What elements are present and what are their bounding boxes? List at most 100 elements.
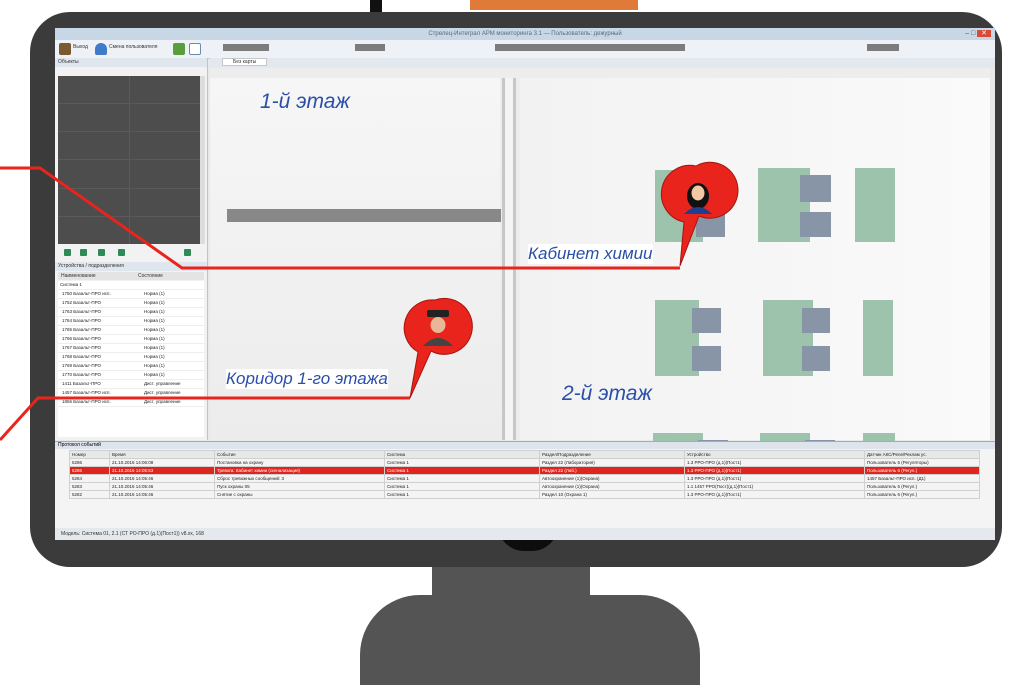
event-cell: Автоохранение (1)(Охрана)	[539, 482, 685, 491]
column-header[interactable]: Номер	[69, 450, 110, 459]
event-cell: Система 1	[384, 490, 540, 499]
cable-tag	[470, 0, 638, 10]
plan-divider	[502, 78, 516, 440]
floor-1-label: 1-й этаж	[260, 90, 350, 113]
monitor-stand-base	[360, 595, 700, 685]
device-state: Дист. управление	[144, 390, 181, 395]
toolbar-strip	[867, 44, 899, 51]
device-name: 1457 Базальт-ПРО исп.	[62, 390, 111, 395]
event-cell: 1.3 РРО-ПРО (д.1)(Пост1)	[684, 458, 865, 467]
map-tabbar: Без карты	[210, 58, 995, 67]
window-controls: – □ ✕	[965, 28, 991, 40]
event-cell: Снятие с охраны	[214, 490, 385, 499]
maximize-button[interactable]: □	[971, 30, 975, 37]
column-header[interactable]: Раздел/Подразделение	[539, 450, 685, 459]
event-cell: 21.10.2016 14:05:46	[109, 474, 215, 483]
exit-icon[interactable]	[59, 43, 71, 55]
floor-2-label: 2-й этаж	[562, 382, 652, 405]
window-layout-icon[interactable]	[189, 43, 201, 55]
main-toolbar: Выход Смена пользователя	[55, 40, 995, 59]
table-row[interactable]: 5286 21.10.2016 14:06:08 Постановка на охр…	[69, 458, 980, 467]
table-header-row: Номер Время Событие Система Раздел/Подраздел…	[69, 450, 980, 459]
device-row[interactable]: 1763 Базальт-ПРО Норма (1)	[58, 308, 204, 317]
video-panel-title: Объекты	[55, 58, 207, 67]
event-cell: 21.10.2016 14:05:53	[109, 466, 215, 475]
device-name: 1764 Базальт-ПРО	[62, 318, 102, 323]
nav-button[interactable]	[184, 249, 191, 256]
event-cell: Пользователь 6 (Регуляторы)	[864, 458, 980, 467]
toolbar-strip	[495, 44, 685, 51]
column-header[interactable]: Устройство	[684, 450, 865, 459]
event-cell: Пуск охраны 05	[214, 482, 385, 491]
nav-button[interactable]	[98, 249, 105, 256]
table-row[interactable]: 5284 21.10.2016 14:05:46 Сброс тревожных с…	[69, 474, 980, 483]
tab-map[interactable]: Без карты	[222, 58, 268, 66]
event-cell: Пользователь 6 (Регул.)	[864, 466, 980, 475]
nav-button[interactable]	[64, 249, 71, 256]
device-state: Норма (1)	[144, 300, 165, 305]
device-name: 1765 Базальт-ПРО	[62, 327, 102, 332]
event-cell: Система 1	[384, 482, 540, 491]
device-row[interactable]: 1411 Базальт-ПРО Дист. управление	[58, 380, 204, 389]
event-cell: 21.10.2016 14:05:46	[109, 482, 215, 491]
device-row[interactable]: 1766 Базальт-ПРО Норма (1)	[58, 335, 204, 344]
column-header[interactable]: Система	[384, 450, 540, 459]
event-cell: 5282	[69, 490, 110, 499]
event-cell: Раздел 22 (Лаб.)	[539, 466, 685, 475]
device-name: 1763 Базальт-ПРО	[62, 309, 102, 314]
event-cell: Автоохранение (1)(Охрана)	[539, 474, 685, 483]
change-user-icon[interactable]	[95, 43, 107, 55]
device-row[interactable]: 1767 Базальт-ПРО Норма (1)	[58, 344, 204, 353]
device-row[interactable]: 1768 Базальт-ПРО Норма (1)	[58, 353, 204, 362]
column-header[interactable]: Событие	[214, 450, 385, 459]
chair	[696, 175, 725, 202]
device-row[interactable]: 1457 Базальт-ПРО исп. Дист. управление	[58, 389, 204, 398]
device-row[interactable]: 1764 Базальт-ПРО Норма (1)	[58, 317, 204, 326]
alarm-row[interactable]: 5285 21.10.2016 14:05:53 Тревога: Кабинет …	[69, 466, 980, 475]
column-header[interactable]: Время	[109, 450, 215, 459]
table-row[interactable]: 5283 21.10.2016 14:05:46 Пуск охраны 05 Сис…	[69, 482, 980, 491]
scrollbar[interactable]	[200, 76, 205, 244]
event-cell: 1457 Базальт-ПРО исп. (Д1)	[864, 474, 980, 483]
device-state: Норма (1)	[144, 345, 165, 350]
toolbar-strip	[223, 44, 269, 51]
device-state: Норма (1)	[144, 354, 165, 359]
event-cell: 21.10.2016 14:05:46	[109, 490, 215, 499]
table-row[interactable]: 5282 21.10.2016 14:05:46 Снятие с охраны Си…	[69, 490, 980, 499]
device-state: Норма (1)	[144, 327, 165, 332]
device-row[interactable]: 1752 Базальт-ПРО Норма (1)	[58, 299, 204, 308]
column-name[interactable]: Наименование	[61, 273, 96, 279]
chair	[800, 212, 831, 237]
device-name: 1856 Базальт-ПРО исп.	[62, 399, 111, 404]
device-row[interactable]: 1765 Базальт-ПРО Норма (1)	[58, 326, 204, 335]
nav-button[interactable]	[80, 249, 87, 256]
left-panel: Объекты Устройства / подразделения Наиме…	[55, 58, 208, 440]
nav-button[interactable]	[118, 249, 125, 256]
device-state: Норма (1)	[144, 372, 165, 377]
exit-button[interactable]: Выход	[73, 44, 88, 50]
device-name: 1411 Базальт-ПРО	[62, 381, 101, 386]
device-row[interactable]: 1856 Базальт-ПРО исп. Дист. управление	[58, 398, 204, 407]
device-state: Норма (1)	[144, 291, 165, 296]
tree-root[interactable]: Система 1	[58, 281, 204, 290]
chair	[692, 346, 721, 371]
device-name: 1769 Базальт-ПРО	[62, 363, 102, 368]
event-cell: 5283	[69, 482, 110, 491]
devices-list: Система 1 1750 Базальт-ПРО исп. Норма (1)…	[58, 281, 204, 437]
refresh-icon[interactable]	[173, 43, 185, 55]
chemistry-room-label: Кабинет химии	[528, 244, 653, 264]
column-state[interactable]: Состояние	[138, 272, 163, 280]
event-cell: Постановка на охрану	[214, 458, 385, 467]
chair	[800, 175, 831, 202]
camera-grid[interactable]	[58, 76, 200, 244]
device-row[interactable]: 1770 Базальт-ПРО Норма (1)	[58, 371, 204, 380]
change-user-button[interactable]: Смена пользователя	[109, 44, 157, 50]
minimize-button[interactable]: –	[965, 30, 969, 37]
event-cell: 1.3 РРО-ПРО (д.1)(Пост1)	[684, 490, 865, 499]
device-row[interactable]: 1750 Базальт-ПРО исп. Норма (1)	[58, 290, 204, 299]
close-button[interactable]: ✕	[977, 30, 991, 37]
events-table: Номер Время Событие Система Раздел/Подраздел…	[69, 450, 980, 499]
column-header[interactable]: Датчик АКС/Реле/Реклам ус.	[864, 450, 980, 459]
device-name: 1770 Базальт-ПРО	[62, 372, 102, 377]
device-row[interactable]: 1769 Базальт-ПРО Норма (1)	[58, 362, 204, 371]
